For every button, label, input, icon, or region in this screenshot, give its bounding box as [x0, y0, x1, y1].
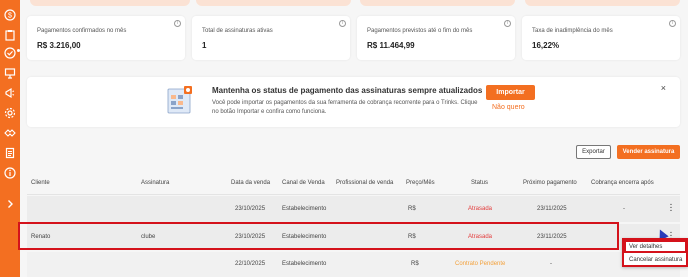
- info-icon[interactable]: i: [339, 20, 346, 27]
- column-header-price[interactable]: Preço/Mês: [406, 180, 435, 186]
- document-icon[interactable]: [4, 147, 16, 159]
- megaphone-icon[interactable]: [4, 87, 16, 99]
- info-icon[interactable]: [4, 167, 16, 179]
- cell-sales-channel: Estabelecimento: [282, 206, 327, 212]
- dismiss-link[interactable]: Não quero: [492, 104, 525, 111]
- active-indicator: [17, 49, 20, 52]
- cell-price: R$: [408, 206, 416, 212]
- column-header-client[interactable]: Cliente: [31, 180, 50, 186]
- metric-card-default-rate: Taxa de inadimplência do mês 16,22% i: [522, 16, 680, 60]
- cell-price: R$: [411, 261, 419, 267]
- banner-title: Mantenha os status de pagamento das assi…: [212, 86, 483, 95]
- row-actions-icon[interactable]: ···: [670, 202, 673, 215]
- top-card-edge: [196, 0, 351, 6]
- cell-sales-channel: Estabelecimento: [282, 261, 327, 267]
- check-circle-icon[interactable]: [4, 47, 16, 59]
- info-icon[interactable]: i: [669, 20, 676, 27]
- handshake-icon[interactable]: [4, 127, 16, 139]
- metric-value: R$ 11.464,99: [367, 41, 415, 50]
- table-row[interactable]: 23/10/2025 Estabelecimento R$ Atrasada 2…: [27, 196, 680, 222]
- metric-label: Taxa de inadimplência do mês: [532, 28, 613, 34]
- column-header-status[interactable]: Status: [471, 180, 488, 186]
- metric-card-active-subscriptions: Total de assinaturas ativas 1 i: [192, 16, 350, 60]
- close-icon[interactable]: ×: [661, 83, 666, 93]
- sidebar: $: [0, 0, 20, 277]
- sell-subscription-button[interactable]: Vender assinatura: [617, 145, 680, 159]
- settings-icon[interactable]: [4, 107, 16, 119]
- row-highlight-box: [18, 222, 619, 250]
- metric-value: 16,22%: [532, 41, 560, 50]
- import-banner: Mantenha os status de pagamento das assi…: [27, 77, 680, 127]
- clipboard-icon[interactable]: [4, 29, 16, 41]
- import-button[interactable]: Importar: [486, 85, 535, 100]
- cell-sale-date: 23/10/2025: [235, 206, 266, 212]
- dollar-icon[interactable]: $: [4, 9, 16, 21]
- metric-label: Pagamentos previstos até o fim do mês: [367, 28, 473, 34]
- metric-label: Pagamentos confirmados no mês: [37, 28, 127, 34]
- top-card-edge: [30, 0, 190, 6]
- svg-text:$: $: [8, 13, 12, 20]
- column-header-subscription[interactable]: Assinatura: [141, 180, 169, 186]
- cell-next-payment: 23/11/2025: [537, 206, 567, 212]
- column-header-sales-channel[interactable]: Canal de Venda: [282, 180, 325, 186]
- table-row[interactable]: 22/10/2025 Estabelecimento R$ Contrato P…: [27, 252, 680, 277]
- column-header-next-payment[interactable]: Próximo pagamento: [523, 180, 577, 186]
- column-header-billing-ends[interactable]: Cobrança encerra após: [591, 180, 654, 186]
- cancel-subscription-menu-item[interactable]: Cancelar assinatura: [629, 257, 682, 263]
- view-details-menu-item[interactable]: Ver detalhes: [629, 244, 662, 250]
- chevron-right-icon[interactable]: [4, 198, 16, 210]
- info-icon[interactable]: i: [504, 20, 511, 27]
- banner-description: Você pode importar os pagamentos da sua …: [212, 100, 478, 115]
- import-illustration-icon: [167, 86, 193, 114]
- status-badge: Contrato Pendente: [455, 261, 506, 267]
- metric-value: 1: [202, 41, 207, 50]
- top-card-edge: [525, 0, 680, 6]
- cell-billing-ends: -: [623, 206, 625, 212]
- metric-value: R$ 3.216,00: [37, 41, 81, 50]
- column-header-sale-date[interactable]: Data da venda: [231, 180, 270, 186]
- metric-card-expected-payments: Pagamentos previstos até o fim do mês R$…: [357, 16, 515, 60]
- top-card-edge: [360, 0, 515, 6]
- presentation-icon[interactable]: [4, 67, 16, 79]
- cell-sale-date: 22/10/2025: [235, 261, 266, 267]
- info-icon[interactable]: i: [174, 20, 181, 27]
- metric-label: Total de assinaturas ativas: [202, 28, 273, 34]
- export-button[interactable]: Exportar: [576, 145, 611, 159]
- header-divider: [27, 194, 680, 195]
- column-header-sales-professional[interactable]: Profissional de venda: [336, 180, 393, 186]
- row-context-menu: Ver detalhes Cancelar assinatura: [622, 238, 688, 267]
- cell-next-payment: -: [550, 261, 552, 267]
- metric-card-confirmed-payments: Pagamentos confirmados no mês R$ 3.216,0…: [27, 16, 185, 60]
- status-badge: Atrasada: [468, 206, 493, 212]
